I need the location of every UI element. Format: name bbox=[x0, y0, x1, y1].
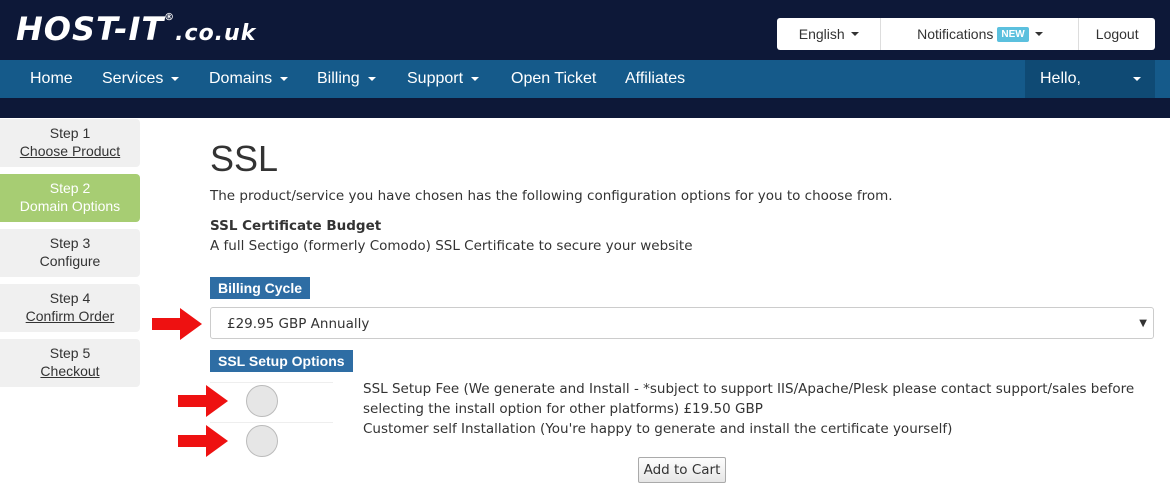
page-title: SSL bbox=[210, 138, 279, 179]
step-confirm-order[interactable]: Step 4 Confirm Order bbox=[0, 284, 140, 332]
nav-home[interactable]: Home bbox=[30, 60, 73, 98]
nav-billing-label: Billing bbox=[317, 70, 360, 87]
radio-setup-fee[interactable] bbox=[246, 385, 278, 417]
annotation-arrow-icon bbox=[152, 308, 202, 340]
nav-services-label: Services bbox=[102, 70, 164, 87]
logo-tld: .co.uk bbox=[175, 21, 257, 46]
chevron-down-icon bbox=[367, 76, 376, 81]
user-menu[interactable]: Hello, bbox=[1025, 60, 1155, 98]
chevron-down-icon bbox=[280, 76, 289, 81]
logout-label: Logout bbox=[1095, 26, 1139, 42]
product-description: A full Sectigo (formerly Comodo) SSL Cer… bbox=[210, 238, 693, 254]
nav-affiliates-label: Affiliates bbox=[625, 70, 686, 87]
step-label: Checkout bbox=[40, 363, 100, 379]
new-badge: NEW bbox=[997, 26, 1029, 42]
logo-registered-mark: ® bbox=[164, 12, 176, 23]
notifications-dropdown[interactable]: Notifications NEW bbox=[881, 18, 1080, 50]
step-label: Confirm Order bbox=[25, 308, 115, 324]
hello-label: Hello, bbox=[1040, 70, 1081, 87]
nav-affiliates[interactable]: Affiliates bbox=[625, 60, 685, 98]
chevron-down-icon bbox=[171, 76, 180, 81]
chevron-down-icon bbox=[1034, 32, 1043, 36]
nav-home-label: Home bbox=[30, 70, 73, 87]
nav-support[interactable]: Support bbox=[407, 60, 480, 98]
nav-billing[interactable]: Billing bbox=[317, 60, 376, 98]
billing-cycle-value: £29.95 GBP Annually bbox=[227, 316, 370, 332]
add-to-cart-button[interactable]: Add to Cart bbox=[638, 457, 726, 483]
billing-cycle-select[interactable]: £29.95 GBP Annually ▼ bbox=[210, 307, 1154, 339]
step-label: Choose Product bbox=[19, 143, 121, 159]
step-number: Step 2 bbox=[49, 180, 91, 196]
annotation-arrow-icon bbox=[178, 385, 228, 417]
ssl-setup-options-label: SSL Setup Options bbox=[210, 350, 353, 372]
chevron-down-icon bbox=[471, 76, 480, 81]
nav-support-label: Support bbox=[407, 70, 464, 87]
site-logo[interactable]: HOST-IT®.co.uk bbox=[16, 10, 256, 48]
step-configure: Step 3 Configure bbox=[0, 229, 140, 277]
option-row-self-install bbox=[210, 422, 333, 461]
nav-services[interactable]: Services bbox=[102, 60, 180, 98]
nav-domains-label: Domains bbox=[209, 70, 273, 87]
option-setup-fee-label[interactable]: SSL Setup Fee (We generate and Install -… bbox=[363, 379, 1168, 419]
language-label: English bbox=[798, 26, 845, 42]
step-number: Step 4 bbox=[49, 290, 91, 306]
step-number: Step 1 bbox=[49, 125, 91, 141]
account-panel: English Notifications NEW Logout bbox=[777, 18, 1155, 50]
radio-self-install[interactable] bbox=[246, 425, 278, 457]
notifications-label: Notifications bbox=[917, 26, 994, 42]
chevron-down-icon bbox=[1133, 77, 1141, 81]
step-choose-product[interactable]: Step 1 Choose Product bbox=[0, 119, 140, 167]
step-domain-options[interactable]: Step 2 Domain Options bbox=[0, 174, 140, 222]
option-self-install-label[interactable]: Customer self Installation (You're happy… bbox=[363, 419, 1168, 439]
nav-domains[interactable]: Domains bbox=[209, 60, 289, 98]
chevron-down-icon bbox=[850, 32, 859, 36]
annotation-arrow-icon bbox=[178, 425, 228, 457]
step-checkout[interactable]: Step 5 Checkout bbox=[0, 339, 140, 387]
step-label: Domain Options bbox=[19, 198, 121, 214]
logout-link[interactable]: Logout bbox=[1079, 18, 1155, 50]
step-number: Step 5 bbox=[49, 345, 91, 361]
language-dropdown[interactable]: English bbox=[777, 18, 882, 50]
step-number: Step 3 bbox=[49, 235, 91, 251]
dropdown-arrow-icon: ▼ bbox=[1139, 318, 1147, 329]
logo-main: HOST-IT bbox=[16, 10, 165, 48]
option-row-setup-fee bbox=[210, 382, 333, 421]
top-header: HOST-IT®.co.uk English Notifications NEW … bbox=[0, 0, 1170, 60]
billing-cycle-label: Billing Cycle bbox=[210, 277, 311, 299]
nav-open-ticket[interactable]: Open Ticket bbox=[511, 60, 596, 98]
step-label: Configure bbox=[39, 253, 101, 269]
main-nav: Home Services Domains Billing Support Op… bbox=[0, 60, 1170, 98]
header-strip bbox=[0, 98, 1170, 118]
intro-text: The product/service you have chosen has … bbox=[210, 188, 893, 204]
nav-open-ticket-label: Open Ticket bbox=[511, 70, 597, 87]
product-name: SSL Certificate Budget bbox=[210, 218, 382, 234]
